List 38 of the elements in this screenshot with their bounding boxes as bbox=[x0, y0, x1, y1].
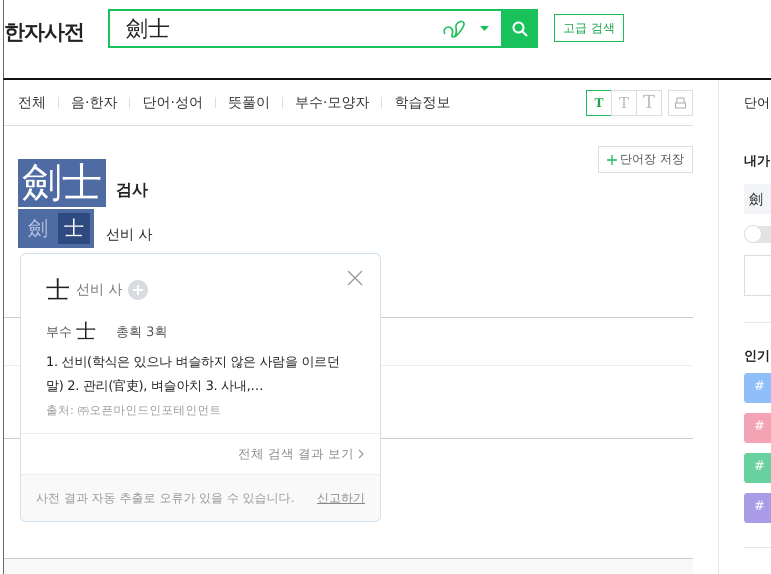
add-icon[interactable] bbox=[128, 280, 148, 300]
popup-character: 士 bbox=[46, 275, 70, 306]
sidebar-heading: 내가 bbox=[744, 153, 771, 170]
all-results-link[interactable]: 전체 검색 결과 보기 bbox=[238, 446, 364, 462]
nav-tab[interactable]: 부수·모양자 bbox=[294, 94, 370, 112]
character-meaning: 선비 사 bbox=[106, 226, 152, 244]
caret-icon[interactable] bbox=[480, 26, 489, 32]
nav-tab[interactable]: 전체 bbox=[18, 94, 46, 112]
site-logo[interactable]: 한자사전 bbox=[4, 18, 108, 46]
sidebar-tab[interactable]: 단어 bbox=[744, 94, 771, 112]
search-icon bbox=[512, 20, 528, 36]
chevron-icon bbox=[358, 449, 364, 459]
notice-text: 사전 결과 자동 추출로 오류가 있을 수 있습니다. bbox=[36, 490, 295, 506]
headword: 劍士 bbox=[18, 159, 106, 207]
radical-character: 士 bbox=[76, 318, 96, 345]
nav-tab[interactable]: 단어·성어 bbox=[142, 94, 203, 112]
close-button[interactable] bbox=[346, 270, 364, 288]
popup-meaning: 선비 사 bbox=[76, 281, 122, 299]
close-icon bbox=[347, 270, 363, 286]
print-icon bbox=[675, 96, 686, 108]
nav-tab[interactable]: 뜻풀이 bbox=[228, 94, 270, 112]
handwriting-icon[interactable] bbox=[442, 18, 468, 40]
sidebar-heading: 인기 bbox=[744, 348, 771, 365]
search-bar[interactable]: 劍士 bbox=[108, 9, 538, 48]
stroke-count: 총획 3획 bbox=[116, 324, 168, 340]
plus-icon bbox=[607, 154, 618, 164]
radical-label: 부수 bbox=[46, 324, 72, 340]
definition-text: 1. 선비(학식은 있으나 벼슬하지 않은 사람을 이르던 말) 2. 관리(官吏), 벼슬아치 3. 사내,… bbox=[46, 354, 341, 396]
search-button[interactable] bbox=[501, 9, 538, 48]
nav-tab[interactable]: 학습정보 bbox=[394, 94, 450, 112]
headword-reading: 검사 bbox=[116, 180, 148, 201]
search-field[interactable]: 劍士 bbox=[110, 11, 442, 46]
print-button[interactable] bbox=[668, 90, 693, 116]
character-chip[interactable]: 士 bbox=[58, 213, 90, 244]
sidebar-field[interactable]: 劍 bbox=[744, 184, 771, 214]
nav-tab[interactable]: 음·한자 bbox=[71, 94, 118, 112]
source-text: 출처: ㈜오픈마인드인포테인먼트 bbox=[46, 403, 223, 418]
save-to-wordbook-button[interactable]: 단어장 저장 bbox=[598, 146, 693, 173]
